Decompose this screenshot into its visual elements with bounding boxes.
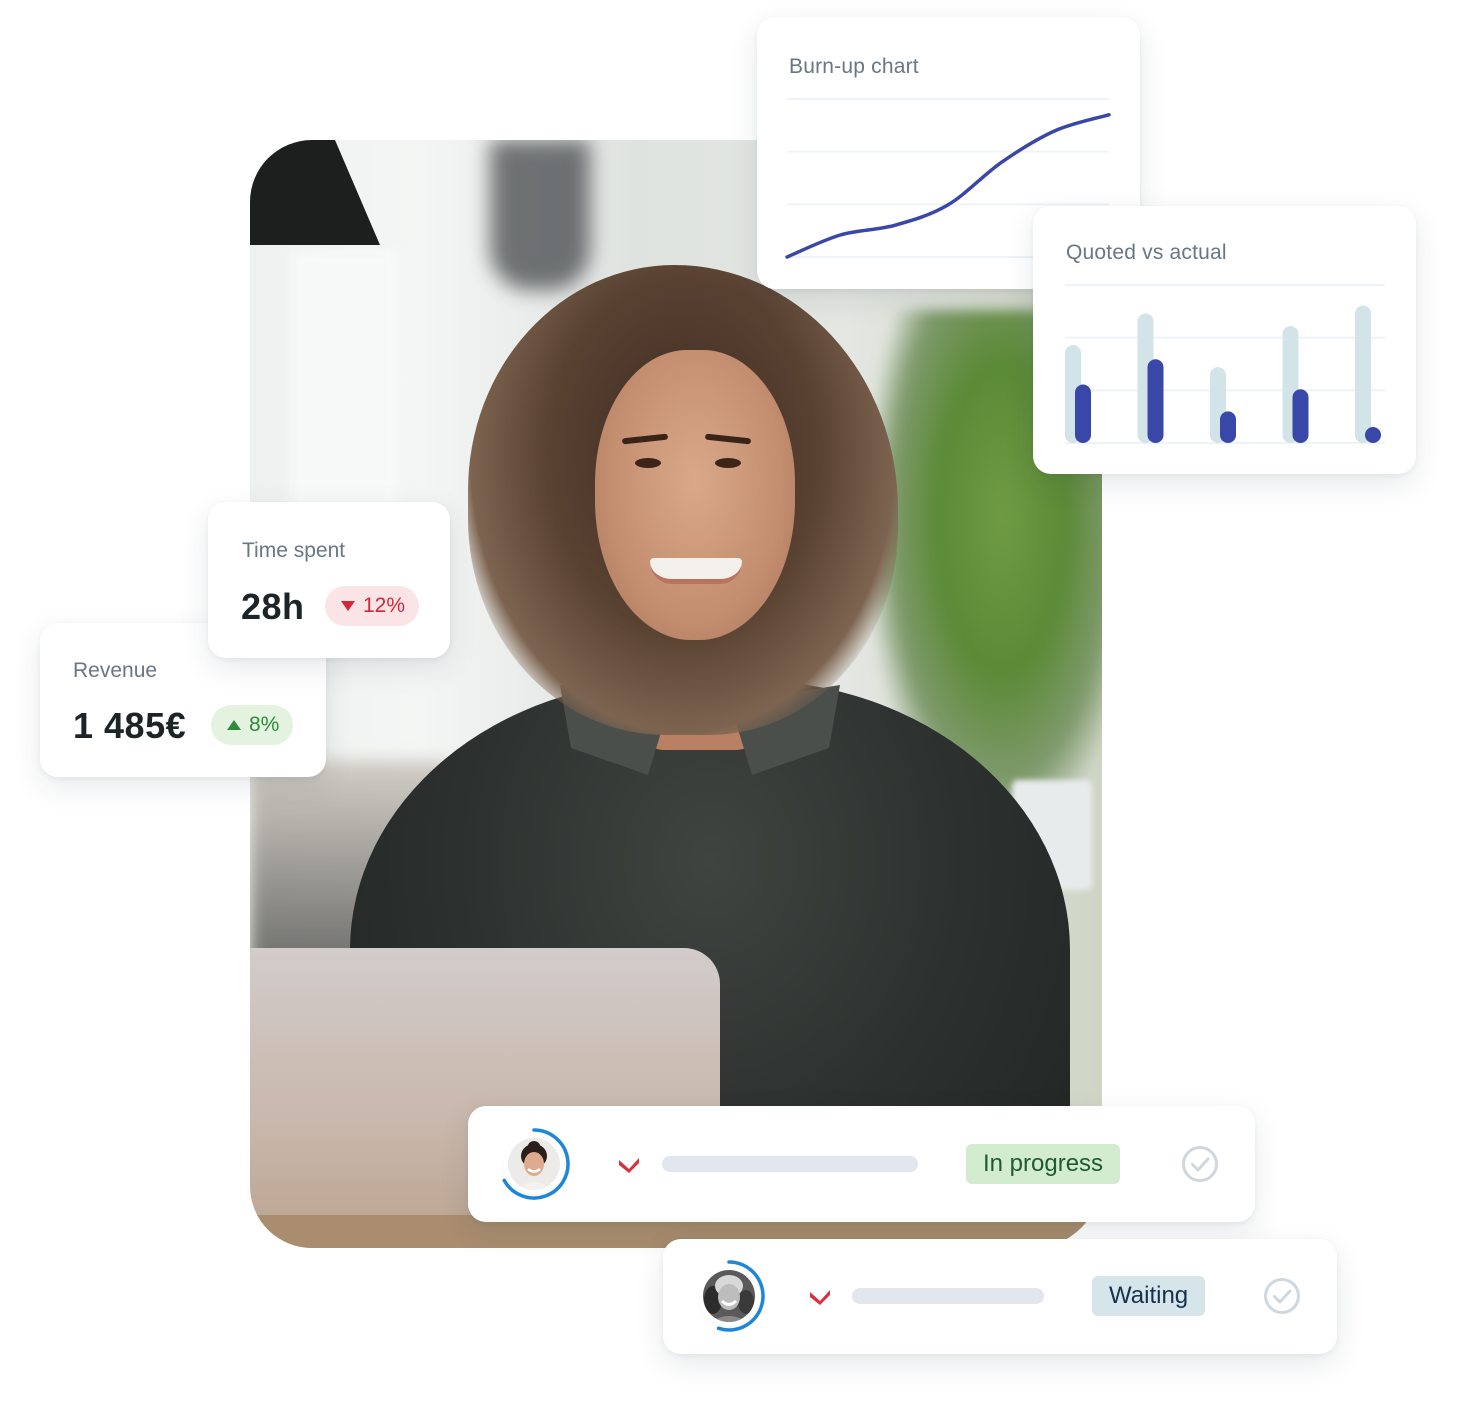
actual-bar (1220, 411, 1236, 443)
woman-avatar-icon (508, 1138, 560, 1190)
revenue-change-badge: 8% (211, 705, 294, 745)
revenue-value: 1 485€ (73, 705, 187, 746)
status-badge[interactable]: In progress (966, 1144, 1121, 1184)
actual-bar (1365, 427, 1381, 443)
photo-eye (635, 458, 661, 468)
red-check-icon (810, 1290, 830, 1305)
woman-avatar-bw-icon (703, 1270, 755, 1322)
quoted-bar (1355, 305, 1371, 443)
task-row[interactable]: Waiting (663, 1239, 1337, 1354)
time-spent-value: 28h (241, 586, 305, 627)
actual-bar (1147, 359, 1164, 443)
avatar (508, 1138, 560, 1190)
avatar-progress (497, 1127, 571, 1201)
avatar-progress (692, 1259, 766, 1333)
quoted-vs-actual-card: Quoted vs actual (1033, 206, 1416, 474)
hero-photo (250, 140, 1102, 1248)
red-check-icon (619, 1158, 639, 1173)
time-spent-change-badge: 12% (325, 586, 420, 626)
photo-smile (650, 558, 742, 584)
photo-lamp-blur (490, 140, 590, 290)
time-spent-card: Time spent 28h 12% (208, 502, 450, 658)
actual-bar (1075, 384, 1091, 443)
photo-eye (715, 458, 741, 468)
task-row[interactable]: In progress (468, 1106, 1255, 1222)
photo-face (595, 350, 795, 640)
triangle-up-icon (227, 720, 241, 730)
check-circle-icon[interactable] (1181, 1145, 1219, 1183)
avatar (703, 1270, 755, 1322)
revenue-change-value: 8% (249, 713, 280, 736)
status-badge[interactable]: Waiting (1092, 1276, 1206, 1316)
time-spent-change-value: 12% (363, 594, 406, 617)
photo-lamp (250, 140, 380, 245)
burnup-chart-title: Burn-up chart (789, 55, 919, 78)
actual-bar (1292, 389, 1309, 443)
revenue-label: Revenue (73, 659, 158, 682)
check-circle-icon[interactable] (1263, 1277, 1301, 1315)
task-title-placeholder (662, 1156, 918, 1172)
quoted-vs-actual-chart (1065, 284, 1385, 444)
task-title-placeholder (852, 1288, 1044, 1304)
triangle-down-icon (341, 601, 355, 611)
quoted-vs-actual-title: Quoted vs actual (1066, 241, 1227, 264)
time-spent-label: Time spent (242, 539, 346, 562)
